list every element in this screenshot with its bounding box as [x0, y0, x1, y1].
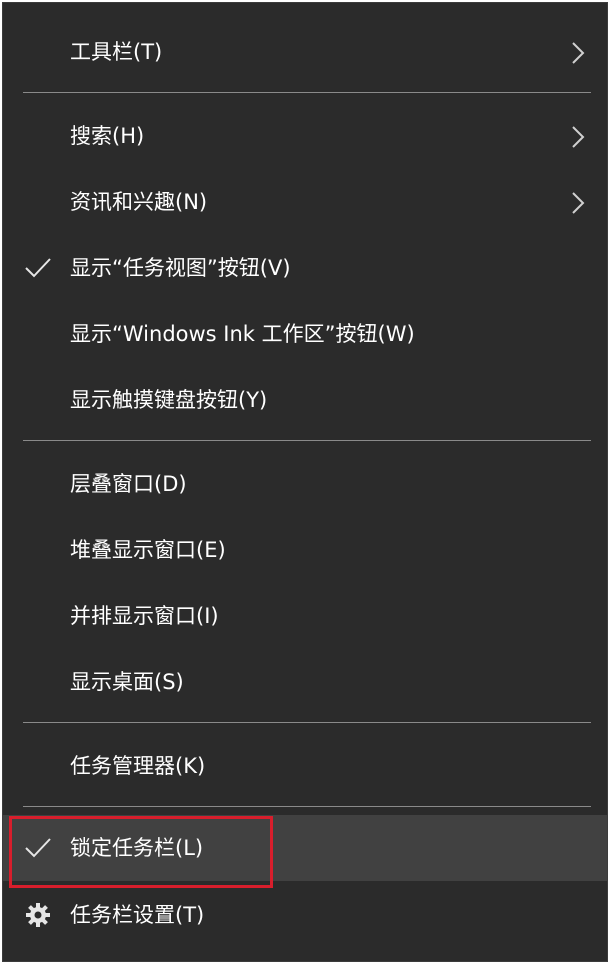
menu-item-task-manager[interactable]: 任务管理器(K): [3, 736, 607, 796]
menu-item-label: 显示触摸键盘按钮(Y): [70, 388, 268, 412]
menu-item-toolbars[interactable]: 工具栏(T): [3, 22, 607, 82]
menu-item-label: 并排显示窗口(I): [70, 604, 219, 628]
menu-item-label: 工具栏(T): [70, 40, 163, 64]
gear-icon: [26, 903, 50, 927]
menu-item-label: 层叠窗口(D): [70, 472, 187, 496]
menu-item-label: 显示“任务视图”按钮(V): [70, 256, 291, 280]
menu-item-search[interactable]: 搜索(H): [3, 106, 607, 166]
chevron-right-icon: [572, 192, 585, 214]
menu-item-news-and-interests[interactable]: 资讯和兴趣(N): [3, 172, 607, 232]
menu-item-label: 任务栏设置(T): [70, 903, 205, 927]
checkmark-icon: [25, 838, 51, 858]
menu-item-lock-taskbar[interactable]: 锁定任务栏(L): [3, 815, 607, 881]
checkmark-icon: [25, 258, 51, 278]
chevron-right-icon: [572, 42, 585, 64]
menu-item-cascade-windows[interactable]: 层叠窗口(D): [3, 454, 607, 514]
menu-item-stack-windows[interactable]: 堆叠显示窗口(E): [3, 520, 607, 580]
menu-item-label: 显示“Windows Ink 工作区”按钮(W): [70, 322, 415, 346]
menu-separator: [23, 440, 591, 441]
chevron-right-icon: [572, 126, 585, 148]
menu-item-show-touch-keyboard-button[interactable]: 显示触摸键盘按钮(Y): [3, 370, 607, 430]
menu-item-label: 锁定任务栏(L): [70, 836, 204, 860]
menu-item-label: 搜索(H): [70, 124, 145, 148]
menu-item-taskbar-settings[interactable]: 任务栏设置(T): [3, 885, 607, 945]
menu-separator: [23, 722, 591, 723]
menu-separator: [23, 92, 591, 93]
menu-item-label: 堆叠显示窗口(E): [70, 538, 226, 562]
menu-separator: [23, 806, 591, 807]
menu-item-show-windows-ink-button[interactable]: 显示“Windows Ink 工作区”按钮(W): [3, 304, 607, 364]
menu-item-label: 显示桌面(S): [70, 670, 184, 694]
menu-item-label: 资讯和兴趣(N): [70, 190, 208, 214]
menu-item-label: 任务管理器(K): [70, 754, 206, 778]
taskbar-context-menu: 工具栏(T) 搜索(H) 资讯和兴趣(N) 显示“任务视图”按钮(V) 显示“W…: [2, 2, 608, 962]
menu-item-show-desktop[interactable]: 显示桌面(S): [3, 652, 607, 712]
menu-item-side-by-side-windows[interactable]: 并排显示窗口(I): [3, 586, 607, 646]
menu-item-show-task-view-button[interactable]: 显示“任务视图”按钮(V): [3, 238, 607, 298]
